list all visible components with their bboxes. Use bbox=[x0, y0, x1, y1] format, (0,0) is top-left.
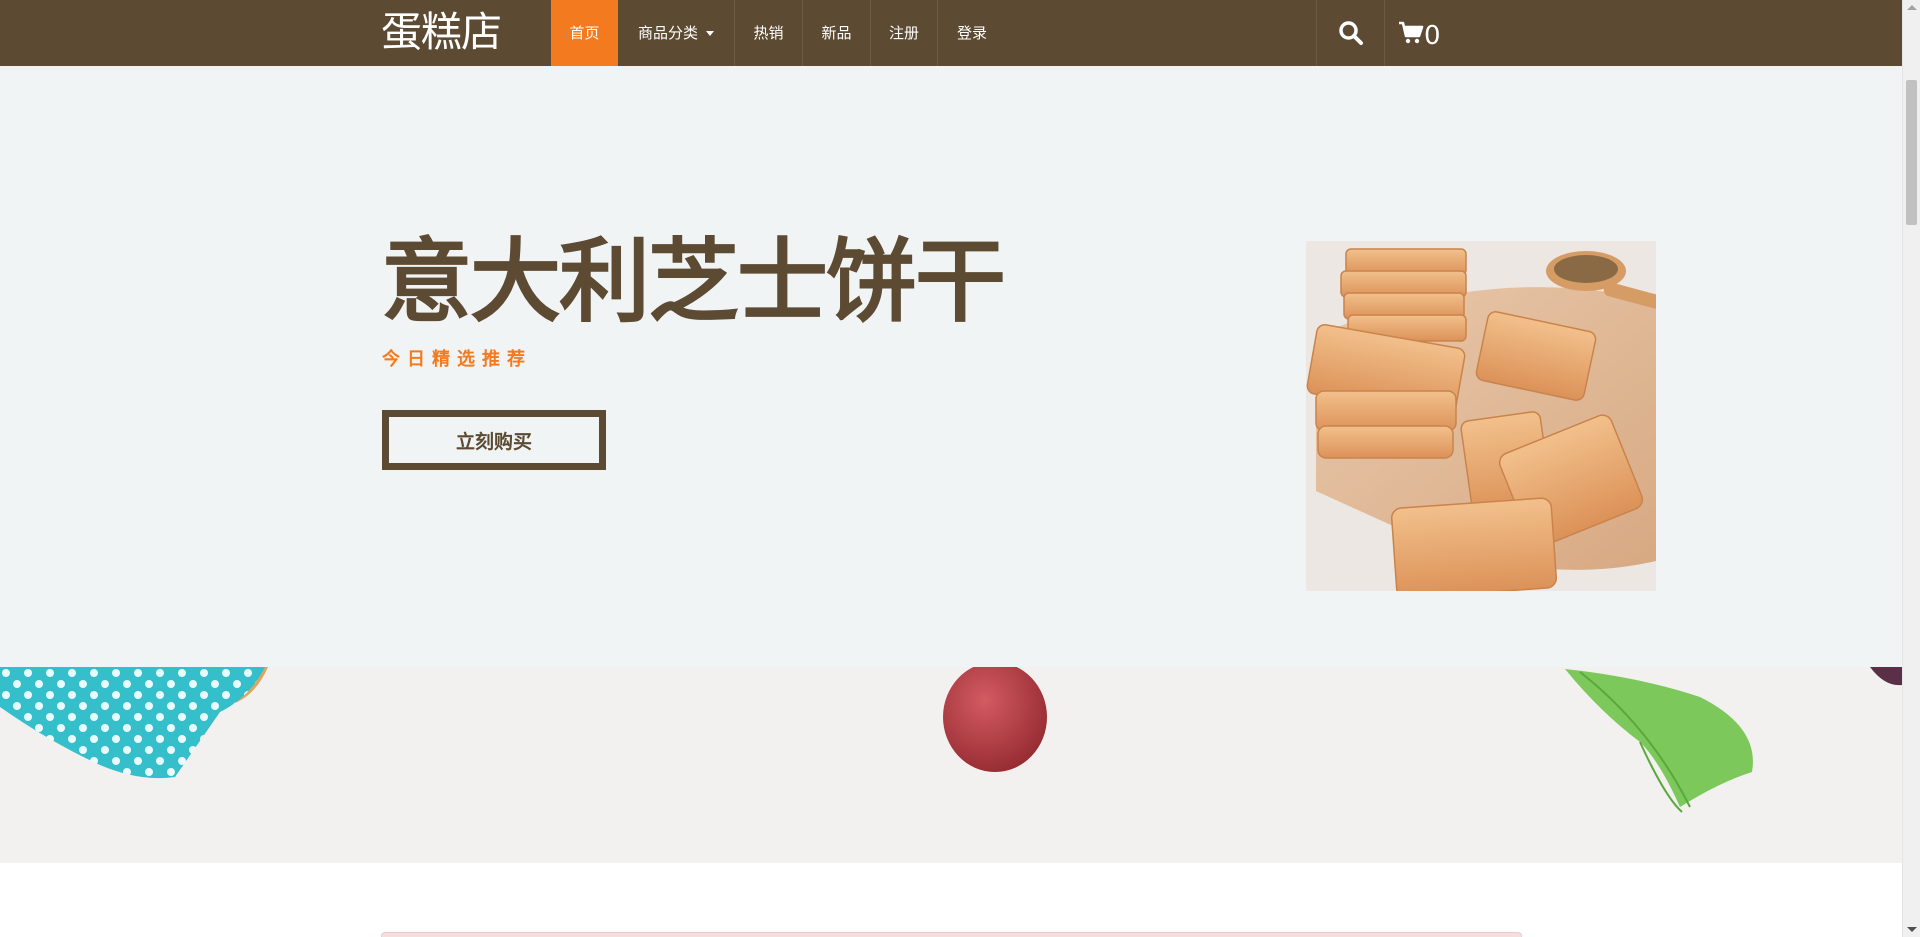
hero-banner: 意大利芝士饼干 今日精选推荐 立刻购买 bbox=[0, 66, 1902, 667]
nav-item-categories[interactable]: 商品分类 bbox=[618, 0, 735, 66]
cookie-product-image[interactable] bbox=[1306, 241, 1656, 591]
nav-item-register[interactable]: 注册 bbox=[871, 0, 938, 66]
hero-subtitle: 今日精选推荐 bbox=[382, 349, 532, 370]
search-button[interactable] bbox=[1316, 0, 1385, 66]
nav-item-login[interactable]: 登录 bbox=[938, 0, 1006, 66]
cart-count: 0 bbox=[1424, 21, 1441, 51]
nav-item-categories-label: 商品分类 bbox=[637, 24, 698, 42]
scroll-up-arrow-icon[interactable] bbox=[1907, 5, 1917, 10]
content-area bbox=[0, 863, 1902, 937]
top-navbar: 蛋糕店 首页 商品分类 热销 新品 注册 登录 0 bbox=[0, 0, 1902, 66]
search-icon bbox=[1338, 21, 1363, 45]
scrollbar-thumb[interactable] bbox=[1906, 80, 1917, 225]
page-scrollbar[interactable] bbox=[1902, 0, 1920, 937]
nav-item-new[interactable]: 新品 bbox=[803, 0, 871, 66]
scroll-down-arrow-icon[interactable] bbox=[1907, 927, 1917, 932]
buy-now-button[interactable]: 立刻购买 bbox=[382, 410, 606, 470]
cart-icon bbox=[1399, 21, 1424, 44]
site-logo[interactable]: 蛋糕店 bbox=[381, 4, 502, 60]
alert-bar bbox=[381, 932, 1522, 937]
cookie-illustration bbox=[1306, 241, 1656, 591]
cart-button[interactable]: 0 bbox=[1398, 0, 1441, 66]
nav-item-home[interactable]: 首页 bbox=[551, 0, 618, 66]
hero-title: 意大利芝士饼干 bbox=[381, 230, 1006, 335]
nav-item-hot[interactable]: 热销 bbox=[735, 0, 803, 66]
decorative-food-illustration bbox=[0, 667, 1902, 813]
decorative-banner bbox=[0, 667, 1902, 863]
chevron-down-icon bbox=[706, 31, 714, 36]
